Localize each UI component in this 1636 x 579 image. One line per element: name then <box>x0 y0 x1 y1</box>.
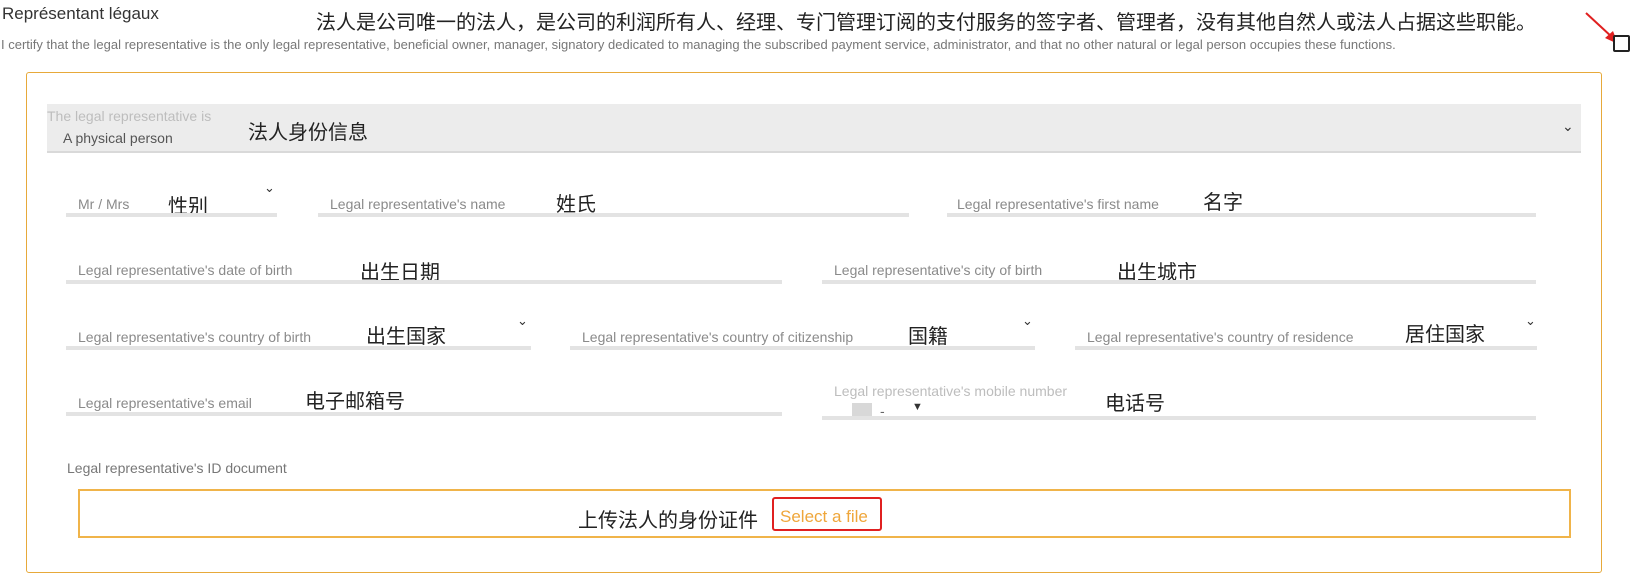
chevron-down-icon: ⌄ <box>1022 313 1033 328</box>
id-document-note-cn: 上传法人的身份证件 <box>578 508 758 532</box>
birth-country-note-cn: 出生国家 <box>366 324 446 348</box>
citizenship-note-cn: 国籍 <box>908 324 948 348</box>
representative-type-value: A physical person <box>63 130 173 146</box>
name-label: Legal representative's name <box>330 196 506 212</box>
birth-date-label: Legal representative's date of birth <box>78 262 293 278</box>
chevron-down-icon: ⌄ <box>517 313 528 328</box>
mobile-input[interactable] <box>822 416 1536 420</box>
residence-label: Legal representative's country of reside… <box>1087 329 1354 345</box>
citizenship-select[interactable] <box>570 346 1035 350</box>
birth-date-input[interactable] <box>66 280 782 284</box>
title-label: Mr / Mrs <box>78 196 130 212</box>
representative-type-label: The legal representative is <box>47 108 212 124</box>
select-file-label: Select a file <box>780 507 868 526</box>
caret-down-icon[interactable]: ▼ <box>912 401 923 413</box>
chevron-down-icon: ⌄ <box>1562 118 1574 134</box>
chevron-down-icon: ⌄ <box>264 180 275 195</box>
email-input[interactable] <box>66 412 782 416</box>
residence-select[interactable] <box>1075 346 1537 350</box>
mobile-note-cn: 电话号 <box>1105 391 1165 415</box>
email-note-cn: 电子邮箱号 <box>305 389 405 413</box>
mobile-label: Legal representative's mobile number <box>834 383 1068 399</box>
residence-note-cn: 居住国家 <box>1405 322 1485 346</box>
birth-country-label: Legal representative's country of birth <box>78 329 312 345</box>
chevron-down-icon: ⌄ <box>1525 313 1536 328</box>
birth-country-select[interactable] <box>66 346 531 350</box>
section-note-cn: 法人是公司唯一的法人，是公司的利润所有人、经理、专门管理订阅的支付服务的签字者、… <box>316 10 1536 34</box>
first-name-label: Legal representative's first name <box>957 196 1159 212</box>
birth-city-label: Legal representative's city of birth <box>834 262 1043 278</box>
section-title: Représentant légaux <box>2 4 159 23</box>
certify-checkbox[interactable] <box>1613 35 1630 52</box>
certify-text: I certify that the legal representative … <box>1 37 1396 52</box>
birth-city-input[interactable] <box>822 280 1536 284</box>
name-input[interactable] <box>318 213 909 217</box>
citizenship-label: Legal representative's country of citize… <box>582 329 854 345</box>
id-document-label: Legal representative's ID document <box>67 460 287 476</box>
email-label: Legal representative's email <box>78 395 252 411</box>
first-name-input[interactable] <box>947 213 1536 217</box>
representative-type-note-cn: 法人身份信息 <box>248 120 368 144</box>
title-select[interactable] <box>66 213 277 217</box>
first-name-note-cn: 名字 <box>1203 190 1243 214</box>
